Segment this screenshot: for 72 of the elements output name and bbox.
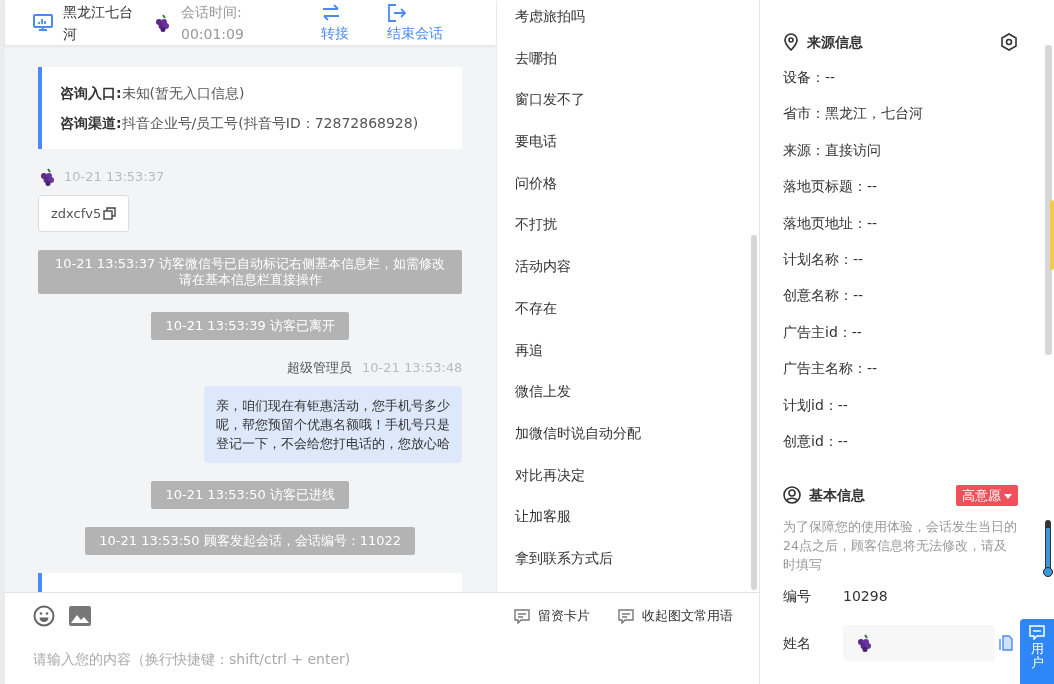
message-time: 10-21 13:53:48	[362, 359, 463, 377]
phrase-item[interactable]: 让加客服	[497, 500, 759, 542]
copy-icon[interactable]	[103, 206, 117, 220]
phrase-item[interactable]: 加微信时说自动分配	[497, 416, 759, 459]
system-message: 10-21 13:53:50 访客已进线	[151, 480, 349, 509]
info-field: 落地页地址：--	[783, 204, 1018, 242]
agent-name: 超级管理员	[287, 359, 353, 377]
grapes-icon	[38, 167, 56, 186]
info-field: 计划id：--	[783, 386, 1018, 424]
info-row-text: 咨询渠道:抖音企业号/员工号(抖音号ID：72872868928)	[60, 114, 420, 133]
phrase-item[interactable]: 再追	[497, 333, 759, 376]
info-field: 落地页标题：--	[783, 168, 1018, 205]
info-field: 省市：黑龙江，七台河	[783, 95, 1018, 132]
field-label: 编号	[783, 587, 812, 607]
phrase-item[interactable]: 窗口发不了	[497, 83, 759, 126]
smiley-icon[interactable]	[33, 605, 55, 627]
field-value: 10298	[843, 587, 888, 607]
location-label: 黑龙江七台河	[63, 2, 134, 44]
grapes-icon	[855, 634, 873, 653]
collapse-phrases-button[interactable]: 收起图文常用语	[618, 606, 733, 626]
name-field[interactable]	[843, 625, 995, 662]
phrase-item[interactable]: 问价格	[497, 166, 759, 209]
monitor-icon	[33, 13, 53, 32]
system-message: 10-21 13:53:39 访客已离开	[151, 312, 349, 340]
caret-icon	[1004, 493, 1012, 499]
scroll-marker	[1050, 200, 1054, 270]
scrollbar[interactable]	[751, 235, 757, 590]
scrollbar[interactable]	[1045, 45, 1052, 355]
phrase-item[interactable]: 微信上发	[497, 375, 759, 417]
session-time-label: 会话时间:	[181, 2, 243, 22]
phrase-item[interactable]: 活动内容	[497, 250, 759, 292]
lead-card-button[interactable]: 留资卡片	[514, 606, 590, 626]
intent-dropdown[interactable]: 高意愿	[956, 484, 1018, 507]
comment-icon	[618, 608, 634, 624]
message-text: zdxcfv5	[51, 204, 102, 223]
phrase-item[interactable]: 不打扰	[497, 208, 759, 251]
section-title: 基本信息	[809, 485, 865, 505]
grapes-icon	[153, 13, 171, 32]
info-field: 创意名称：--	[783, 277, 1018, 314]
phrase-item[interactable]: 去哪拍	[497, 41, 759, 84]
message-time: 10-21 13:53:37	[64, 168, 165, 186]
end-session-button[interactable]: 结束会话	[387, 2, 443, 43]
phrase-item[interactable]: 拿到联系方式后	[497, 541, 759, 584]
session-time: 00:01:09	[181, 24, 245, 44]
location-pin-icon	[783, 33, 799, 51]
user-circle-icon	[783, 486, 801, 505]
section-title: 来源信息	[807, 32, 863, 52]
info-field: 来源：直接访问	[783, 131, 1018, 169]
phrase-item[interactable]: 考虑旅拍吗	[497, 0, 759, 42]
exit-icon	[387, 2, 407, 23]
chat-icon	[1029, 625, 1045, 640]
system-message: 10-21 13:53:50 顾客发起会话，会话编号：11022	[85, 526, 416, 555]
info-field: 创意id：--	[783, 423, 1018, 460]
info-field: 广告主id：--	[783, 313, 1018, 351]
notice-text: 为了保障您的使用体验，会话发生当日的24点之后，顾客信息将无法修改，请及时填写	[783, 518, 1018, 575]
settings-icon[interactable]	[1000, 33, 1018, 51]
phrase-item[interactable]: 不存在	[497, 291, 759, 334]
info-row-text: 咨询入口:未知(暂无入口信息)	[60, 84, 246, 103]
info-field: 计划名称：--	[783, 241, 1018, 278]
comment-icon	[514, 608, 530, 624]
field-label: 姓名	[783, 633, 812, 653]
phrase-item[interactable]: 要电话	[497, 125, 759, 167]
agent-message: 亲，咱们现在有钜惠活动，您手机号多少呢，帮您预留个优惠名额哦！手机号只是登记一下，不会给您打电话的，您放心哈	[204, 385, 463, 463]
slider-handle[interactable]	[1043, 520, 1053, 578]
system-message: 10-21 13:53:37 访客微信号已自动标记右侧基本信息栏，如需修改请在基本信息栏直接操作	[38, 250, 463, 294]
user-tab-button[interactable]: 用户	[1020, 619, 1054, 684]
transfer-button[interactable]: 转接	[321, 2, 349, 43]
info-field: 设备：--	[783, 59, 1018, 96]
image-icon[interactable]	[69, 606, 91, 626]
info-field: 广告主名称：--	[783, 350, 1018, 387]
swap-arrows-icon	[321, 2, 341, 23]
phrase-item[interactable]: 对比再决定	[497, 458, 759, 501]
